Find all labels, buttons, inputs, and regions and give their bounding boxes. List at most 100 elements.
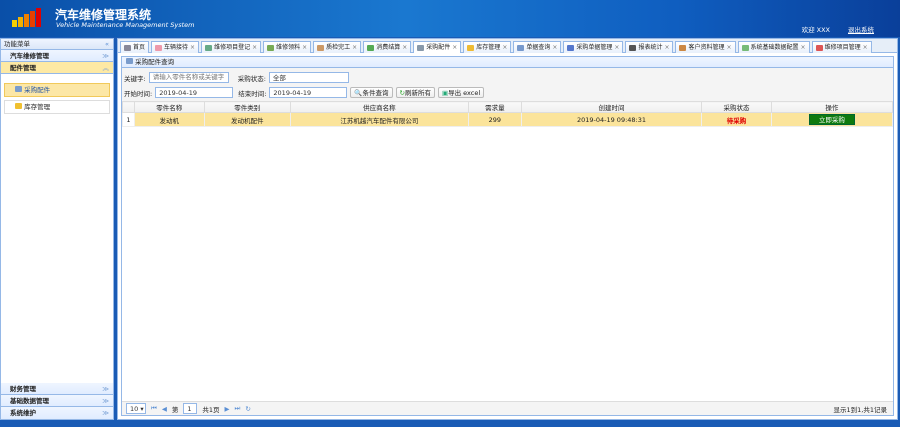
group-label: 系统维护 [10, 409, 36, 417]
tab-label: 消费结算 [376, 44, 401, 51]
sidebar-group-finance[interactable]: 财务管理 ≫ [1, 383, 113, 395]
close-icon[interactable]: × [801, 42, 806, 53]
tab-label: 报表统计 [638, 44, 663, 51]
tab-0[interactable]: 首页 [120, 41, 150, 53]
sidebar-group-parts[interactable]: 配件管理 ︽ [1, 62, 113, 74]
created-time: 2019-04-19 09:48:31 [520, 112, 703, 127]
sidebar-item-inventory[interactable]: 库存管理 [4, 100, 110, 114]
close-icon[interactable]: × [252, 42, 257, 53]
page-size-select[interactable]: 10 ▾ [126, 403, 146, 414]
refresh-icon[interactable]: ↻ [245, 405, 250, 413]
tab-label: 质检完工 [326, 44, 351, 51]
start-time-input[interactable]: 2019-04-19 [155, 87, 234, 98]
chevron-down-icon: ≫ [102, 397, 109, 405]
close-icon[interactable]: × [452, 42, 457, 53]
tab-8[interactable]: 单据查询 × [513, 41, 562, 53]
welcome-user: 欢迎 XXX [801, 26, 830, 34]
close-icon[interactable]: × [727, 42, 732, 53]
main-area: 首页 车辆接待 × 维修项目登记 × 维修领料 × 质检完工 × 消费结算 × 采购配件 × 库存管理 × 单… [117, 38, 898, 420]
tab-6[interactable]: 采购配件 × [413, 41, 462, 53]
close-icon[interactable]: × [302, 42, 307, 53]
logout-link[interactable]: 退出系统 [848, 24, 874, 34]
purchase-panel: 采购配件查询 关键字: 采购状态: 全部 开始时间: 2019-04-19 结束… [121, 56, 894, 416]
refresh-all-button[interactable]: ↻刷新所有 [395, 87, 435, 98]
tab-label: 采购配件 [426, 44, 451, 51]
first-page-icon[interactable]: ⏮ [151, 404, 157, 413]
close-icon[interactable]: × [664, 42, 669, 53]
close-icon[interactable]: × [863, 42, 868, 53]
end-time-input[interactable]: 2019-04-19 [269, 87, 348, 98]
purchase-now-button[interactable]: 立即采购 [808, 114, 855, 125]
close-icon[interactable]: × [352, 42, 357, 53]
tab-11[interactable]: 客户资料管理 × [675, 41, 736, 53]
tab-icon [815, 44, 823, 51]
tab-icon [517, 44, 525, 51]
tab-icon [317, 44, 325, 51]
next-page-icon[interactable]: ▶ [225, 405, 230, 413]
group-label: 配件管理 [10, 64, 36, 72]
column-header[interactable]: 零件名称 [134, 101, 205, 113]
collapse-sidebar-icon[interactable]: « [105, 39, 109, 49]
button-label: 条件查询 [362, 89, 389, 97]
column-header[interactable]: 采购状态 [701, 101, 772, 113]
tab-13[interactable]: 维修项目管理 × [811, 41, 872, 53]
tab-label: 维修领料 [276, 44, 301, 51]
tab-icon [267, 44, 275, 51]
tab-7[interactable]: 库存管理 × [463, 41, 512, 53]
app-header: 汽车维修管理系统 Vehicle Maintenance Management … [0, 0, 900, 37]
tab-1[interactable]: 车辆接待 × [151, 41, 200, 53]
chevron-down-icon: ≫ [102, 385, 109, 393]
column-header[interactable]: 需求量 [467, 101, 522, 113]
button-label: 导出 excel [448, 89, 481, 97]
column-header[interactable]: 操作 [770, 101, 894, 113]
sidebar-title: 功能菜单 [4, 40, 30, 48]
tab-label: 车辆接待 [164, 44, 189, 51]
footer-bar [0, 420, 900, 427]
status-label: 采购状态: [237, 74, 266, 83]
supplier-name: 江苏机越汽车配件有限公司 [289, 112, 469, 127]
tab-4[interactable]: 质检完工 × [313, 41, 362, 53]
sidebar-group-system[interactable]: 系统维护 ≫ [1, 407, 113, 419]
part-name: 发动机 [134, 112, 205, 127]
search-button[interactable]: 🔍条件查询 [350, 87, 393, 98]
panel-title: 采购配件查询 [122, 57, 893, 68]
tab-9[interactable]: 采购单据管理 × [563, 41, 624, 53]
sidebar-group-basic-data[interactable]: 基础数据管理 ≫ [1, 395, 113, 407]
tab-5[interactable]: 消费结算 × [363, 41, 412, 53]
last-page-icon[interactable]: ⏭ [235, 404, 241, 413]
status-select[interactable]: 全部 [268, 72, 349, 83]
tab-icon [124, 44, 131, 51]
group-label: 财务管理 [10, 385, 36, 393]
sidebar-item-purchase-parts[interactable]: 采购配件 [4, 83, 110, 97]
row-number: 1 [122, 112, 135, 127]
export-excel-button[interactable]: ▣导出 excel [437, 87, 485, 98]
tab-3[interactable]: 维修领料 × [263, 41, 312, 53]
cart-icon [126, 58, 133, 64]
tab-icon [741, 44, 749, 51]
start-time-label: 开始时间: [124, 89, 153, 98]
close-icon[interactable]: × [552, 42, 557, 53]
tab-label: 维修项目登记 [214, 44, 251, 51]
close-icon[interactable]: × [614, 42, 619, 53]
close-icon[interactable]: × [190, 42, 195, 53]
tab-label: 系统基础数据配置 [750, 44, 799, 51]
tab-12[interactable]: 系统基础数据配置 × [737, 41, 810, 53]
prev-page-icon[interactable]: ◀ [162, 405, 167, 413]
close-icon[interactable]: × [402, 42, 407, 53]
column-header[interactable]: 创建时间 [520, 101, 703, 113]
tab-label: 客户资料管理 [688, 44, 725, 51]
table-row[interactable]: 1 发动机 发动机配件 江苏机越汽车配件有限公司 299 2019-04-19 … [122, 112, 894, 127]
column-header[interactable]: 零件类别 [203, 101, 291, 113]
tab-2[interactable]: 维修项目登记 × [201, 41, 262, 53]
sidebar-group-repair[interactable]: 汽车维修管理 ≫ [1, 50, 113, 62]
keyword-input[interactable] [148, 72, 229, 83]
item-label: 库存管理 [24, 103, 51, 111]
item-label: 采购配件 [24, 86, 51, 94]
tab-icon [417, 44, 425, 51]
page-number-input[interactable]: 1 [183, 403, 198, 414]
tab-10[interactable]: 报表统计 × [625, 41, 674, 53]
column-header[interactable]: 供应商名称 [289, 101, 469, 113]
close-icon[interactable]: × [502, 42, 507, 53]
purchase-table: 零件名称 零件类别 供应商名称 需求量 创建时间 采购状态 操作 1 发动机 发… [122, 101, 894, 127]
tab-icon [629, 44, 637, 51]
